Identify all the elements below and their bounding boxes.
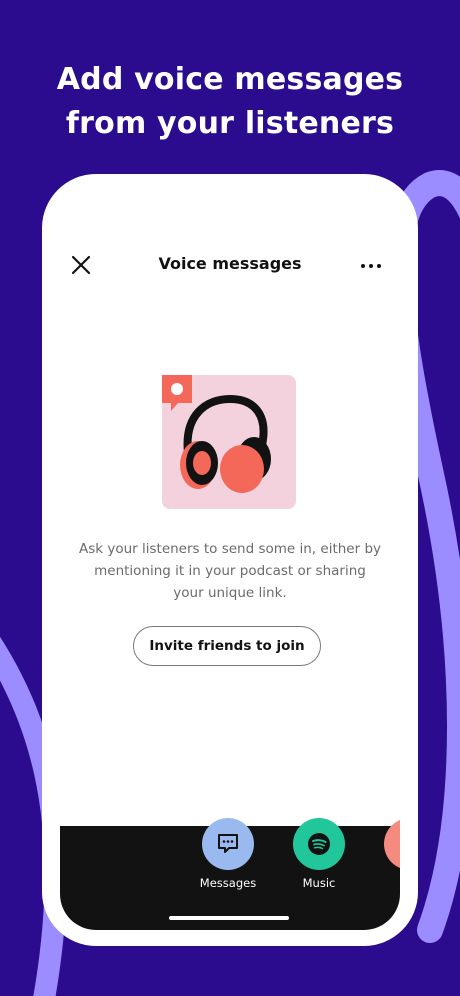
app-screen: Voice messages Ask your listeners to sen… [60, 190, 400, 930]
instruction-text: Ask your listeners to send some in, eith… [78, 541, 382, 601]
partial-circle [384, 818, 400, 870]
more-options-button[interactable] [358, 258, 384, 274]
headline: Add voice messages from your listeners [0, 58, 460, 146]
headphones-icon [162, 375, 271, 493]
music-circle [293, 818, 345, 870]
chat-bubble-icon [218, 834, 238, 853]
partial-action[interactable]: R [375, 818, 400, 898]
messages-action[interactable]: Messages [193, 818, 263, 898]
partial-label: R [375, 876, 400, 890]
headline-line-1: Add voice messages [56, 62, 404, 97]
messages-label: Messages [199, 876, 257, 890]
page-title: Voice messages [158, 254, 302, 273]
spotify-icon [308, 833, 330, 855]
headline-line-2: from your listeners [65, 106, 395, 141]
headphones-illustration [162, 375, 296, 509]
bottom-action-bar: Messages Music R [60, 818, 400, 930]
more-dots-icon [361, 264, 381, 268]
top-bar: Voice messages [60, 252, 400, 292]
music-label: Music [302, 876, 336, 890]
phone-frame: Voice messages Ask your listeners to sen… [42, 174, 418, 946]
music-action[interactable]: Music [284, 818, 354, 898]
home-indicator [169, 916, 289, 920]
messages-circle [202, 818, 254, 870]
invite-friends-button[interactable]: Invite friends to join [133, 626, 321, 666]
